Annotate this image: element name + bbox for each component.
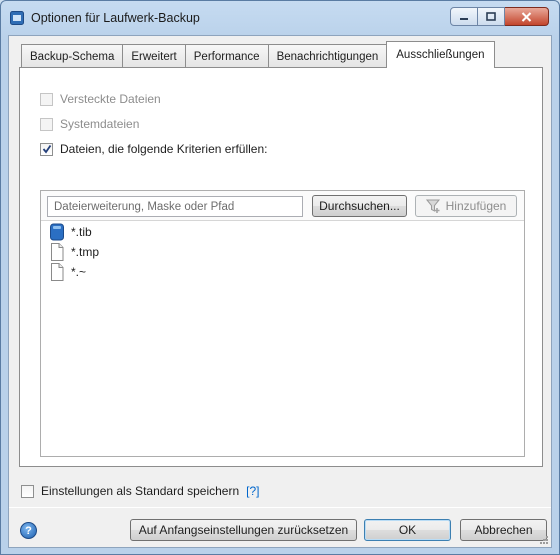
save-default-checkbox[interactable]	[21, 484, 34, 498]
tab-strip: Backup-Schema Erweitert Performance Bena…	[21, 41, 495, 68]
criteria-files-option: Dateien, die folgende Kriterien erfüllen…	[40, 142, 267, 156]
help-icon[interactable]: ?	[20, 522, 37, 539]
hidden-files-checkbox[interactable]	[40, 92, 53, 106]
close-icon	[521, 11, 532, 22]
checkmark-icon	[42, 144, 51, 154]
list-item-label: *.tib	[71, 225, 92, 239]
maximize-icon	[486, 12, 496, 21]
hidden-files-label: Versteckte Dateien	[60, 92, 161, 106]
system-files-checkbox[interactable]	[40, 117, 53, 131]
tab-erweitert[interactable]: Erweitert	[122, 44, 186, 68]
browse-button[interactable]: Durchsuchen...	[312, 195, 407, 217]
list-item-label: *.tmp	[71, 245, 100, 259]
window-title: Optionen für Laufwerk-Backup	[31, 11, 200, 25]
criteria-toolbar: Durchsuchen... Hinzufügen	[41, 191, 524, 221]
footer-separator	[9, 507, 551, 508]
exclusion-list[interactable]: *.tib *.tmp *.~	[41, 222, 524, 456]
dialog-client-area: Backup-Schema Erweitert Performance Bena…	[8, 35, 552, 548]
reset-defaults-button[interactable]: Auf Anfangseinstellungen zurücksetzen	[130, 519, 357, 541]
app-icon	[10, 11, 24, 25]
system-files-label: Systemdateien	[60, 117, 140, 131]
help-link[interactable]: [?]	[246, 484, 259, 498]
list-item[interactable]: *.~	[41, 262, 524, 282]
save-default-option: Einstellungen als Standard speichern [?]	[21, 484, 259, 498]
file-icon	[51, 263, 64, 281]
tab-backup-schema[interactable]: Backup-Schema	[21, 44, 124, 68]
add-button-label: Hinzufügen	[445, 199, 507, 213]
path-mask-input[interactable]	[47, 196, 303, 217]
hidden-files-option: Versteckte Dateien	[40, 92, 161, 106]
system-files-option: Systemdateien	[40, 117, 139, 131]
tab-ausschliessungen[interactable]: Ausschließungen	[386, 41, 495, 68]
cancel-button[interactable]: Abbrechen	[460, 519, 547, 541]
resize-grip-icon[interactable]	[539, 535, 549, 545]
tab-benachrichtigungen[interactable]: Benachrichtigungen	[267, 44, 388, 68]
add-button[interactable]: Hinzufügen	[415, 195, 517, 217]
list-item[interactable]: *.tmp	[41, 242, 524, 262]
list-item-label: *.~	[71, 265, 87, 279]
title-bar[interactable]: Optionen für Laufwerk-Backup	[1, 1, 559, 35]
options-dialog: Optionen für Laufwerk-Backup Backup-Sche…	[0, 0, 560, 555]
minimize-button[interactable]	[450, 7, 478, 26]
minimize-icon	[460, 17, 468, 20]
list-item[interactable]: *.tib	[41, 222, 524, 242]
criteria-files-checkbox[interactable]	[40, 142, 53, 156]
filter-add-icon	[425, 199, 440, 213]
file-icon	[51, 243, 64, 261]
criteria-box: Durchsuchen... Hinzufügen	[40, 190, 525, 457]
ok-button[interactable]: OK	[364, 519, 451, 541]
close-button[interactable]	[505, 7, 549, 26]
exclusions-panel: Versteckte Dateien Systemdateien Dateien…	[19, 67, 543, 467]
criteria-files-label: Dateien, die folgende Kriterien erfüllen…	[60, 142, 268, 156]
tib-file-icon	[50, 223, 64, 241]
maximize-button[interactable]	[478, 7, 505, 26]
tab-performance[interactable]: Performance	[184, 44, 269, 68]
save-default-label: Einstellungen als Standard speichern	[41, 484, 240, 498]
